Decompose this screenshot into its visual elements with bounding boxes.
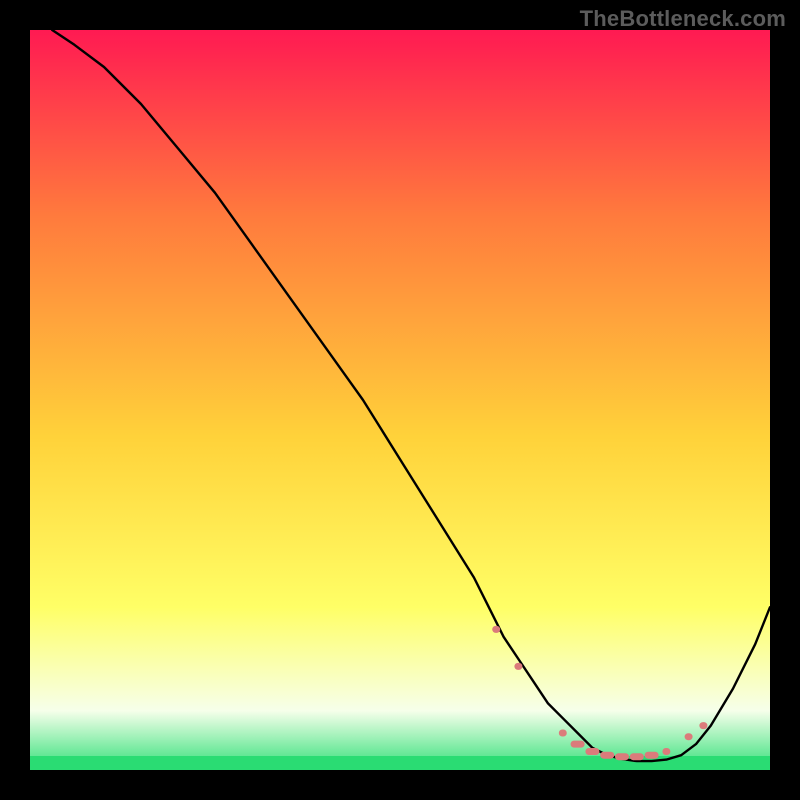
- curve-marker: [662, 748, 670, 755]
- plot-svg: [30, 30, 770, 770]
- baseline-green-strip: [30, 756, 770, 770]
- curve-marker: [699, 722, 707, 729]
- curve-marker: [585, 748, 599, 755]
- chart-stage: TheBottleneck.com: [0, 0, 800, 800]
- curve-marker: [600, 752, 614, 759]
- curve-marker: [645, 752, 659, 759]
- plot-area: [30, 30, 770, 770]
- curve-marker: [514, 663, 522, 670]
- watermark-text: TheBottleneck.com: [580, 6, 786, 32]
- curve-marker: [571, 741, 585, 748]
- curve-marker: [685, 733, 693, 740]
- curve-marker: [615, 753, 629, 760]
- curve-marker: [630, 753, 644, 760]
- curve-marker: [559, 730, 567, 737]
- gradient-background: [30, 30, 770, 770]
- curve-marker: [492, 626, 500, 633]
